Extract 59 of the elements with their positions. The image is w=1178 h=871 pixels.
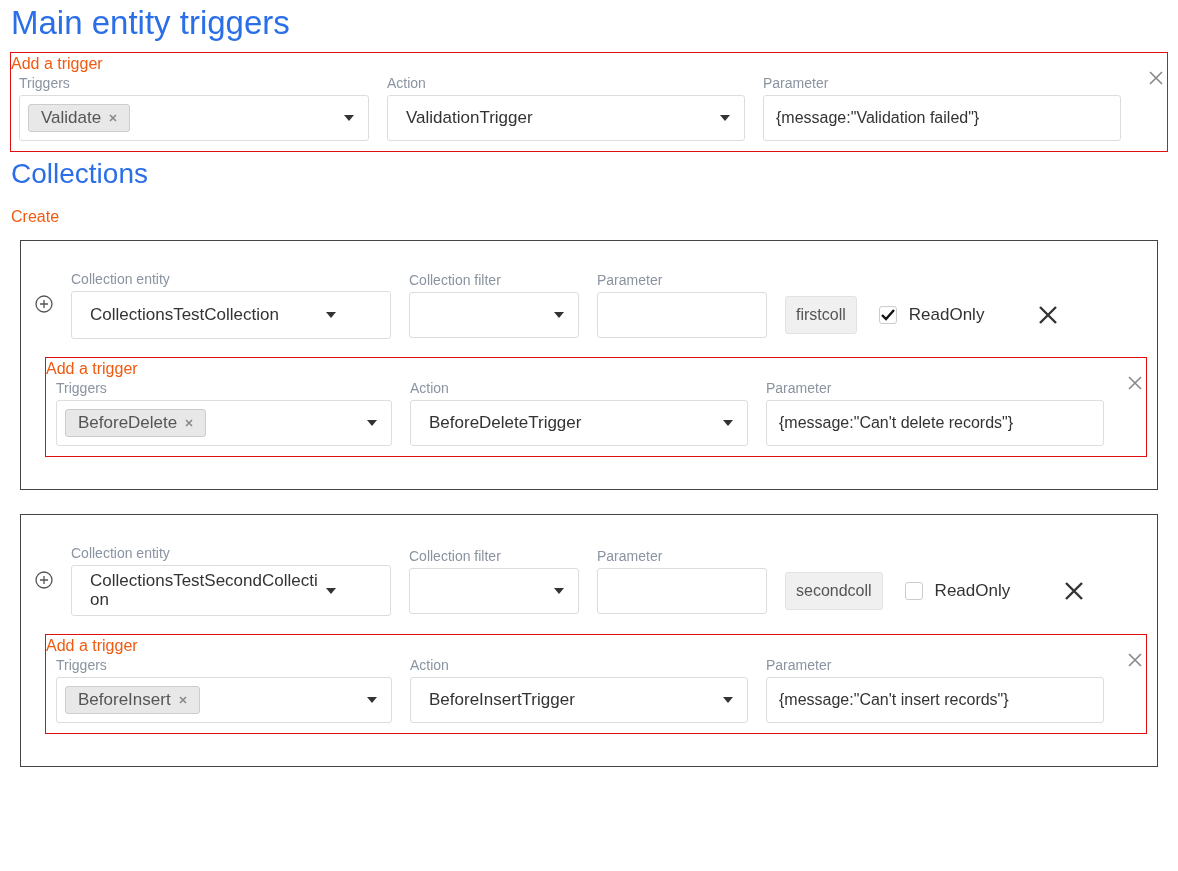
dropdown-caret-icon[interactable] [554, 312, 564, 318]
parameter-input[interactable]: {message:"Validation failed"} [763, 95, 1121, 141]
entity-select[interactable]: CollectionsTestSecondCollection [71, 565, 391, 617]
readonly-checkbox[interactable] [904, 581, 923, 600]
parameter-input[interactable]: {message:"Can't delete records"} [766, 400, 1104, 446]
triggers-select[interactable]: BeforeInsert [56, 677, 392, 724]
add-circle-icon[interactable] [35, 570, 53, 589]
field-label: Parameter [597, 272, 663, 288]
field-label: Action [387, 75, 426, 91]
parameter-input[interactable]: {message:"Can't insert records"} [766, 677, 1104, 724]
field-label: Action [410, 657, 449, 674]
dropdown-caret-icon[interactable] [344, 115, 354, 121]
field-label: Triggers [56, 380, 107, 396]
parameter-input[interactable] [597, 292, 767, 338]
action-select[interactable]: ValidationTrigger [387, 95, 745, 141]
trigger-tag: BeforeInsert [65, 686, 200, 715]
field-label: Collection filter [409, 272, 501, 288]
field-label: Collection entity [71, 545, 170, 561]
dropdown-caret-icon[interactable] [723, 420, 733, 426]
triggers-select[interactable]: Validate [19, 95, 369, 141]
add-trigger-heading: Add a trigger [46, 360, 138, 378]
checkbox-label: ReadOnly [908, 305, 985, 325]
dropdown-caret-icon[interactable] [720, 115, 730, 121]
action-select[interactable]: BeforeInsertTrigger [410, 677, 748, 724]
field-label: Triggers [19, 75, 70, 91]
dropdown-caret-icon[interactable] [723, 697, 733, 704]
field-label: Parameter [763, 75, 829, 91]
trigger-tag: Validate [28, 104, 131, 132]
checkbox-label: ReadOnly [934, 580, 1011, 601]
dropdown-caret-icon[interactable] [326, 312, 336, 318]
field-label: Parameter [766, 380, 832, 396]
page-title: Main entity triggers [11, 4, 290, 42]
triggers-select[interactable]: BeforeDelete [56, 400, 392, 446]
add-trigger-heading: Add a trigger [11, 55, 103, 73]
readonly-checkbox[interactable] [878, 306, 897, 324]
remove-tag-icon[interactable] [185, 419, 194, 427]
add-trigger-heading: Add a trigger [46, 637, 138, 656]
alias-tag: secondcoll [785, 571, 883, 610]
dropdown-caret-icon[interactable] [554, 587, 564, 594]
remove-tag-icon[interactable] [109, 114, 118, 122]
section-heading: Collections [11, 158, 148, 190]
field-label: Collection filter [409, 547, 501, 564]
field-label: Collection entity [71, 271, 170, 287]
action-select[interactable]: BeforeDeleteTrigger [410, 400, 748, 446]
remove-tag-icon[interactable] [178, 696, 187, 705]
dropdown-caret-icon[interactable] [326, 587, 336, 594]
entity-select[interactable]: CollectionsTestCollection [71, 291, 391, 339]
add-circle-icon[interactable] [35, 295, 53, 313]
close-icon[interactable] [1038, 305, 1059, 325]
close-icon[interactable] [1064, 580, 1085, 601]
trigger-tag: BeforeDelete [65, 409, 207, 437]
dropdown-caret-icon[interactable] [367, 420, 377, 426]
dropdown-caret-icon[interactable] [367, 697, 377, 704]
field-label: Triggers [56, 657, 107, 674]
field-label: Parameter [597, 547, 663, 564]
field-label: Action [410, 380, 449, 396]
parameter-input[interactable] [597, 567, 767, 614]
alias-tag: firstcoll [785, 296, 857, 334]
field-label: Parameter [766, 657, 832, 674]
